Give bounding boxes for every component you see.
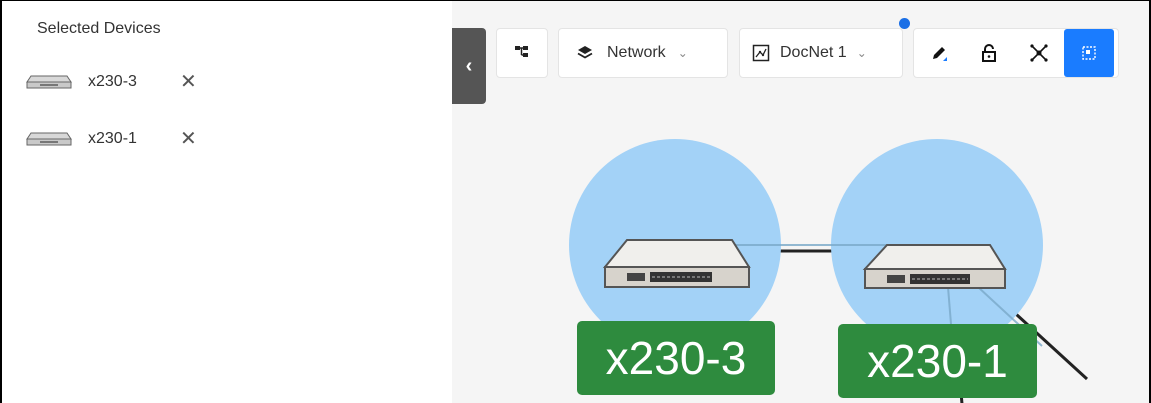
remove-device-button[interactable]: ✕ xyxy=(180,129,197,149)
switch-icon[interactable] xyxy=(602,239,751,288)
panel-title: Selected Devices xyxy=(37,20,161,37)
device-row-x230-3[interactable]: x230-3 ✕ xyxy=(26,70,197,94)
topology-icon xyxy=(1030,44,1048,62)
remove-device-button[interactable]: ✕ xyxy=(180,72,197,92)
selected-devices-panel: Selected Devices x230-3 ✕ x230-1 ✕ xyxy=(2,1,452,403)
device-name: x230-1 xyxy=(88,130,137,147)
pencil-icon xyxy=(933,47,947,61)
device-name: x230-3 xyxy=(88,73,137,90)
node-label-x230-1[interactable]: x230-1 xyxy=(838,324,1037,398)
hierarchy-button[interactable] xyxy=(496,28,548,78)
chevron-down-icon: ⌄ xyxy=(677,46,688,60)
app-frame: Selected Devices x230-3 ✕ x230-1 ✕ x230-… xyxy=(0,0,1151,403)
docnet-select[interactable]: DocNet 1 ⌄ xyxy=(739,28,903,78)
switch-icon xyxy=(26,132,72,146)
chevron-left-icon: ‹ xyxy=(465,54,473,77)
node-label-x230-3[interactable]: x230-3 xyxy=(577,321,775,395)
notification-dot xyxy=(899,18,910,29)
lock-tool-button[interactable] xyxy=(964,29,1014,77)
layer-select-label: Network xyxy=(607,44,666,61)
docnet-select-label: DocNet 1 xyxy=(780,44,847,61)
tool-group xyxy=(913,28,1119,78)
edit-tool-button[interactable] xyxy=(914,29,964,77)
hierarchy-icon xyxy=(515,46,528,57)
topology-canvas[interactable]: x230-3 x230-1 ‹ Network ⌄ DocNet 1 ⌄ xyxy=(452,1,1149,403)
collapse-panel-button[interactable]: ‹ xyxy=(452,28,486,104)
chevron-down-icon: ⌄ xyxy=(856,46,867,60)
switch-icon[interactable] xyxy=(862,244,1007,289)
lock-icon xyxy=(982,44,996,62)
switch-icon xyxy=(26,75,72,89)
select-region-icon xyxy=(1082,46,1096,60)
device-row-x230-1[interactable]: x230-1 ✕ xyxy=(26,127,197,151)
select-region-tool-button[interactable] xyxy=(1064,29,1114,77)
topology-tool-button[interactable] xyxy=(1014,29,1064,77)
layers-icon xyxy=(577,46,593,59)
layer-select[interactable]: Network ⌄ xyxy=(558,28,728,78)
map-icon xyxy=(752,44,770,62)
